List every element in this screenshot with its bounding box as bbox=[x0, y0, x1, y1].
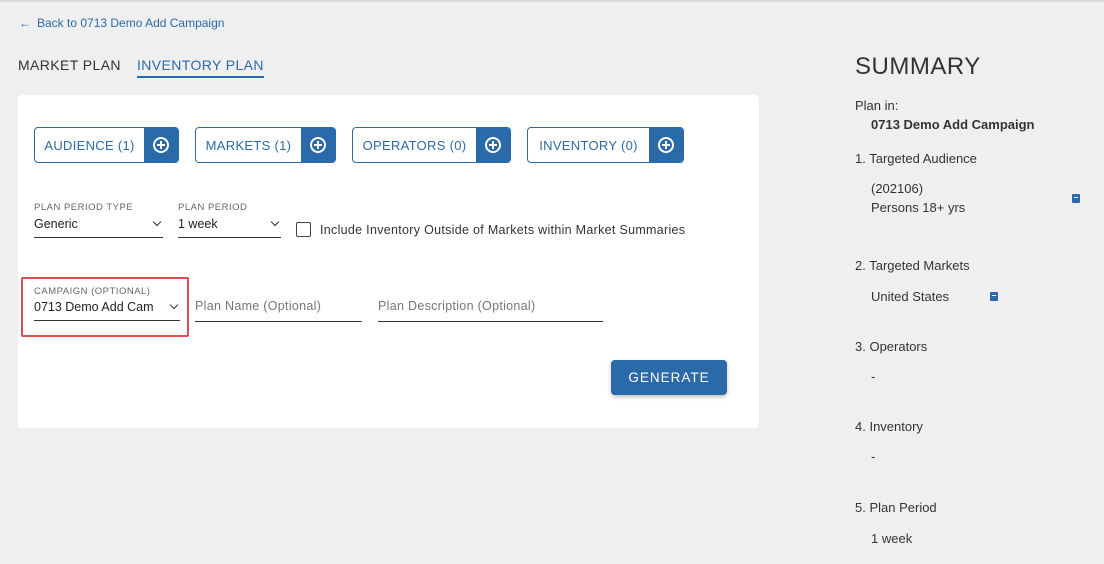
audience-pill[interactable]: AUDIENCE (1) bbox=[34, 127, 179, 163]
back-link[interactable]: ← Back to 0713 Demo Add Campaign bbox=[19, 16, 224, 30]
add-audience-button[interactable] bbox=[144, 128, 178, 162]
plus-circle-icon bbox=[485, 137, 501, 153]
plus-circle-icon bbox=[658, 137, 674, 153]
include-outside-markets-label: Include Inventory Outside of Markets wit… bbox=[320, 222, 686, 237]
add-operators-button[interactable] bbox=[476, 128, 510, 162]
markets-pill[interactable]: MARKETS (1) bbox=[195, 127, 336, 163]
plan-form-card: AUDIENCE (1) MARKETS (1) OPERATORS (0) I… bbox=[18, 95, 759, 428]
markets-heading: 2. Targeted Markets bbox=[855, 258, 970, 273]
plan-period-type-select[interactable]: PLAN PERIOD TYPE Generic bbox=[34, 202, 163, 238]
campaign-value: 0713 Demo Add Cam bbox=[34, 300, 154, 314]
chevron-down-icon bbox=[270, 217, 280, 227]
plan-period-heading: 5. Plan Period bbox=[855, 500, 937, 515]
include-outside-markets-checkbox[interactable] bbox=[296, 222, 311, 237]
plus-circle-icon bbox=[310, 137, 326, 153]
chevron-down-icon bbox=[152, 217, 162, 227]
inventory-heading: 4. Inventory bbox=[855, 419, 923, 434]
operators-pill[interactable]: OPERATORS (0) bbox=[352, 127, 511, 163]
back-arrow-icon: ← bbox=[19, 16, 31, 30]
audience-heading: 1. Targeted Audience bbox=[855, 151, 977, 166]
generate-button[interactable]: GENERATE bbox=[611, 360, 727, 395]
back-link-label: Back to 0713 Demo Add Campaign bbox=[37, 16, 225, 30]
plus-circle-icon bbox=[153, 137, 169, 153]
tab-inventory-plan[interactable]: INVENTORY PLAN bbox=[136, 57, 264, 78]
inventory-pill[interactable]: INVENTORY (0) bbox=[527, 127, 684, 163]
add-markets-button[interactable] bbox=[301, 128, 335, 162]
plan-tabs: MARKET PLAN INVENTORY PLAN bbox=[18, 57, 264, 78]
audience-name: Persons 18+ yrs bbox=[871, 200, 966, 215]
inventory-value: - bbox=[871, 449, 876, 464]
plan-period-select[interactable]: PLAN PERIOD 1 week bbox=[178, 202, 281, 238]
inventory-pill-label: INVENTORY (0) bbox=[539, 137, 638, 153]
plan-period-type-value: Generic bbox=[34, 217, 78, 231]
tab-market-plan[interactable]: MARKET PLAN bbox=[18, 57, 121, 78]
operators-value: - bbox=[871, 369, 876, 384]
plan-period-summary-value: 1 week bbox=[871, 531, 913, 546]
summary-title: SUMMARY bbox=[855, 53, 981, 80]
remove-audience-icon[interactable] bbox=[1072, 194, 1080, 203]
plan-in-value: 0713 Demo Add Campaign bbox=[871, 117, 1035, 132]
campaign-dropdown[interactable]: 0713 Demo Add Cam bbox=[34, 297, 180, 321]
plan-description-input[interactable] bbox=[378, 299, 603, 322]
operators-pill-label: OPERATORS (0) bbox=[362, 137, 467, 153]
markets-value: United States bbox=[871, 289, 950, 304]
add-inventory-button[interactable] bbox=[649, 128, 683, 162]
plan-period-dropdown[interactable]: 1 week bbox=[178, 213, 281, 238]
markets-pill-label: MARKETS (1) bbox=[205, 137, 292, 153]
remove-market-icon[interactable] bbox=[990, 292, 998, 301]
audience-pill-label: AUDIENCE (1) bbox=[44, 137, 135, 153]
plan-in-label: Plan in: bbox=[855, 98, 899, 113]
top-divider bbox=[0, 0, 1104, 2]
chevron-down-icon bbox=[169, 300, 179, 310]
campaign-select[interactable]: CAMPAIGN (OPTIONAL) 0713 Demo Add Cam bbox=[34, 286, 180, 321]
plan-name-input[interactable] bbox=[195, 299, 362, 322]
audience-code: (202106) bbox=[871, 181, 924, 196]
plan-period-label: PLAN PERIOD bbox=[178, 202, 248, 213]
plan-period-type-dropdown[interactable]: Generic bbox=[34, 213, 163, 238]
operators-heading: 3. Operators bbox=[855, 339, 928, 354]
plan-period-type-label: PLAN PERIOD TYPE bbox=[34, 202, 134, 213]
include-outside-markets-toggle[interactable]: Include Inventory Outside of Markets wit… bbox=[296, 222, 685, 237]
plan-period-value: 1 week bbox=[178, 217, 218, 231]
campaign-label: CAMPAIGN (OPTIONAL) bbox=[34, 286, 151, 297]
